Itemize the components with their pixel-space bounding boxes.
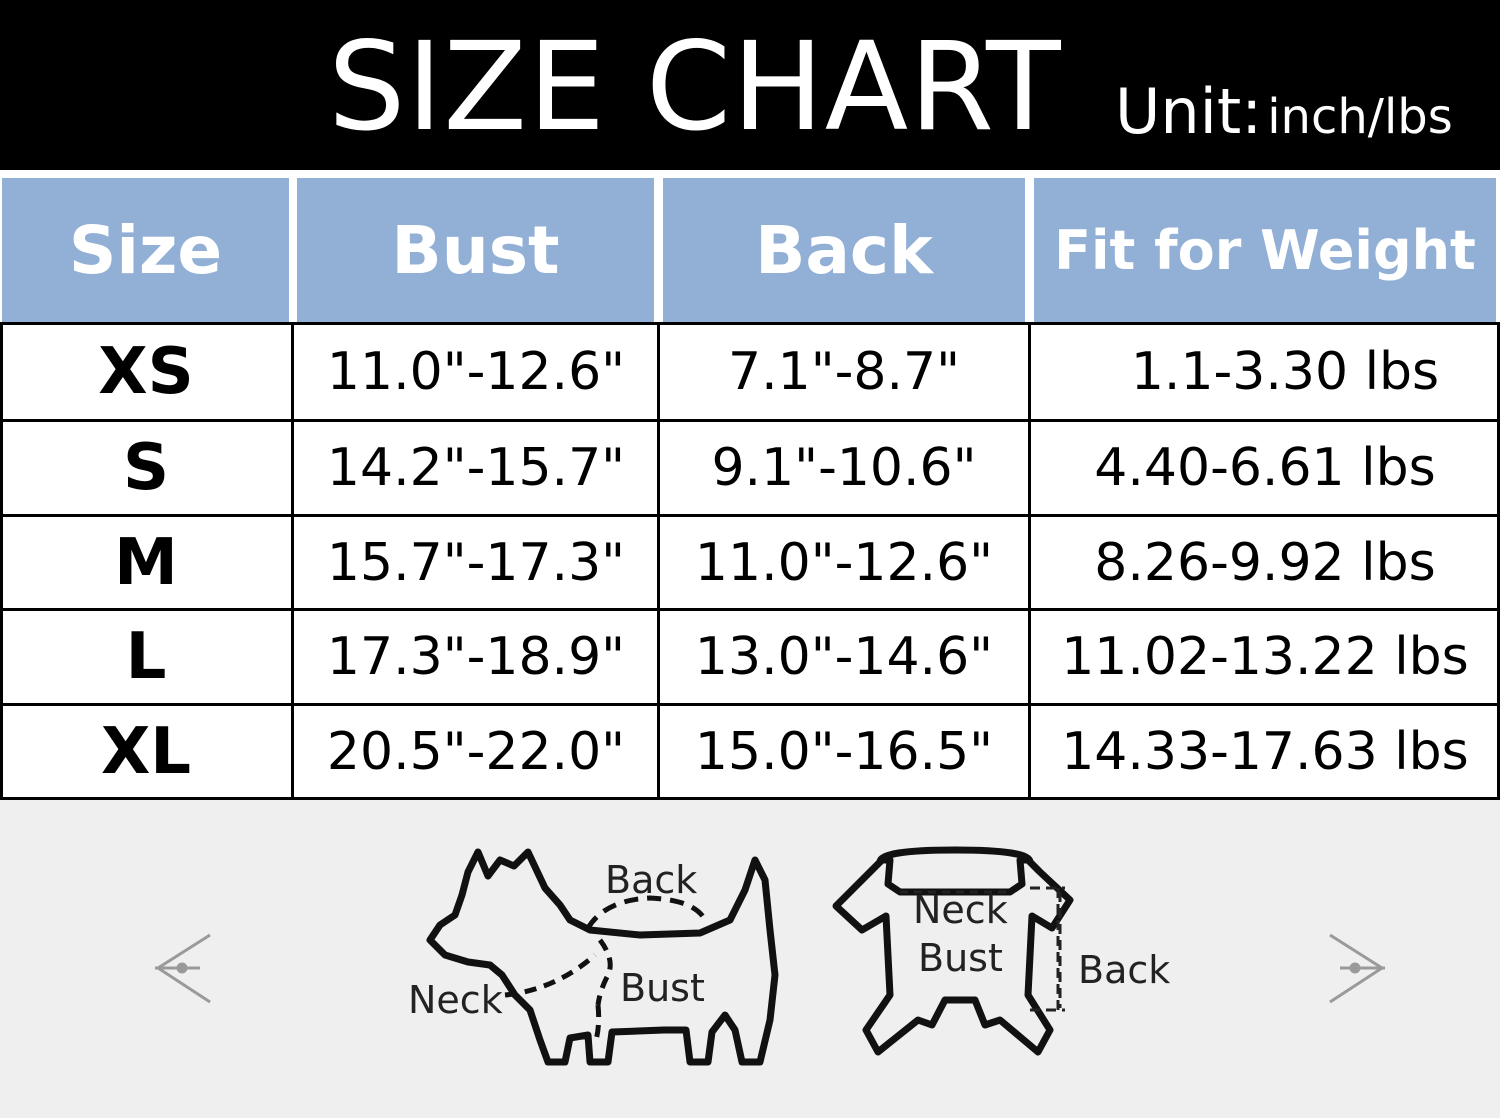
column-header-weight: Fit for Weight (1034, 178, 1496, 322)
unit-label-text: Unit: (1115, 75, 1263, 148)
back-cell: 13.0"-14.6" (694, 627, 994, 687)
column-divider (291, 322, 294, 800)
size-cell: M (114, 526, 178, 600)
measurement-diagram: Back Neck Bust Neck Bust Back (0, 800, 1500, 1118)
weight-cell: 8.26-9.92 lbs (1094, 533, 1436, 593)
table-row: XL 20.5"-22.0" 15.0"-16.5" 14.33-17.63 l… (0, 705, 1500, 799)
size-cell: XS (98, 335, 194, 409)
header-banner: SIZE CHART Unit: inch/lbs (0, 0, 1500, 170)
back-cell: 7.1"-8.7" (728, 342, 960, 402)
diagram-graphics (155, 846, 1385, 1066)
column-divider (1028, 322, 1031, 800)
weight-cell: 4.40-6.61 lbs (1094, 438, 1436, 498)
dog-bust-label: Bust (620, 966, 705, 1010)
size-cell: S (122, 431, 170, 505)
column-divider (0, 322, 3, 800)
column-header-bust: Bust (297, 178, 654, 322)
weight-cell: 11.02-13.22 lbs (1061, 627, 1469, 687)
bust-cell: 11.0"-12.6" (326, 342, 626, 402)
dog-neck-measure-line (504, 938, 613, 1006)
column-header-size: Size (2, 178, 289, 322)
page-title: SIZE CHART (328, 16, 1062, 158)
arrow-right-icon (1329, 933, 1385, 1004)
garment-back-measure-line (1030, 886, 1065, 1012)
back-cell: 9.1"-10.6" (711, 438, 977, 498)
size-cell: L (125, 620, 167, 694)
column-divider (657, 322, 660, 800)
dog-back-label: Back (605, 858, 698, 902)
dog-back-measure-line (585, 895, 708, 930)
unit-label: Unit: inch/lbs (1115, 72, 1453, 168)
column-header-back: Back (663, 178, 1025, 322)
bust-cell: 14.2"-15.7" (326, 438, 626, 498)
table-row: M 15.7"-17.3" 11.0"-12.6" 8.26-9.92 lbs (0, 516, 1500, 610)
weight-cell: 14.33-17.63 lbs (1061, 722, 1469, 782)
back-cell: 15.0"-16.5" (694, 722, 994, 782)
size-cell: XL (100, 715, 192, 789)
garment-bust-label: Bust (918, 936, 1003, 980)
weight-cell: 1.1-3.30 lbs (1130, 342, 1440, 402)
table-row: XS 11.0"-12.6" 7.1"-8.7" 1.1-3.30 lbs (0, 325, 1500, 419)
unit-value-text: inch/lbs (1267, 89, 1453, 145)
table-row: S 14.2"-15.7" 9.1"-10.6" 4.40-6.61 lbs (0, 421, 1500, 515)
size-table: Size Bust Back Fit for Weight XS 11.0"-1… (0, 170, 1500, 800)
dog-neck-label: Neck (408, 978, 503, 1022)
table-row: L 17.3"-18.9" 13.0"-14.6" 11.02-13.22 lb… (0, 610, 1500, 704)
bust-cell: 17.3"-18.9" (326, 627, 626, 687)
back-cell: 11.0"-12.6" (694, 533, 994, 593)
bust-cell: 20.5"-22.0" (326, 722, 626, 782)
arrow-left-icon (155, 933, 211, 1004)
garment-neck-label: Neck (913, 888, 1008, 932)
garment-back-label: Back (1078, 948, 1171, 992)
dog-bust-measure-line (593, 1004, 602, 1041)
bust-cell: 15.7"-17.3" (326, 533, 626, 593)
dog-outline-icon (426, 848, 779, 1066)
